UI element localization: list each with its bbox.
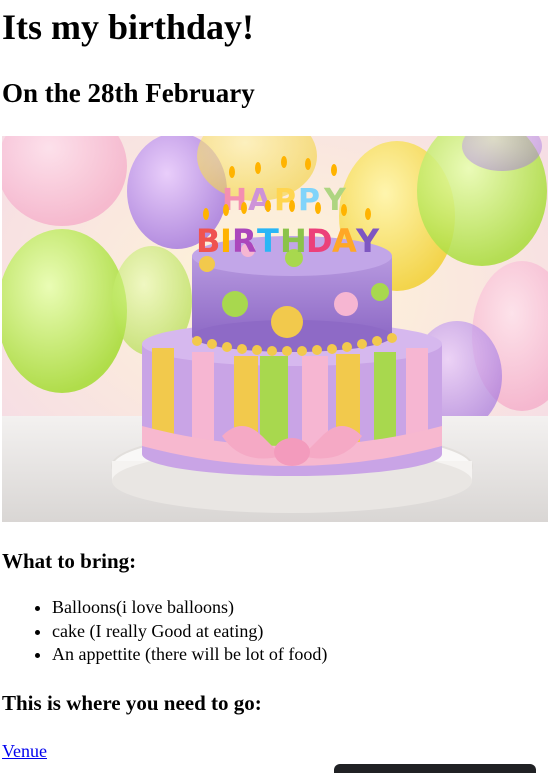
svg-text:H: H xyxy=(280,222,307,260)
page-title: Its my birthday! xyxy=(2,7,255,47)
svg-text:T: T xyxy=(257,222,279,260)
svg-text:Y: Y xyxy=(355,222,380,260)
svg-text:B: B xyxy=(196,222,220,260)
page-subtitle: On the 28th February xyxy=(2,78,255,108)
svg-text:I: I xyxy=(220,222,232,260)
directions-heading: This is where you need to go: xyxy=(2,691,262,715)
bring-list: Balloons(i love balloons) cake (I really… xyxy=(2,596,327,667)
svg-text:D: D xyxy=(306,222,333,260)
list-item: cake (I really Good at eating) xyxy=(52,620,327,644)
what-to-bring-heading: What to bring: xyxy=(2,549,137,573)
list-item: Balloons(i love balloons) xyxy=(52,596,327,620)
birthday-cake-image: H A P P Y B I R T H D A Y xyxy=(2,136,548,522)
svg-text:R: R xyxy=(232,222,257,260)
list-item: An appettite (there will be lot of food) xyxy=(52,643,327,667)
venue-link[interactable]: Venue xyxy=(2,739,47,763)
bottom-overlay-bar xyxy=(334,764,536,773)
svg-text:A: A xyxy=(332,222,357,260)
